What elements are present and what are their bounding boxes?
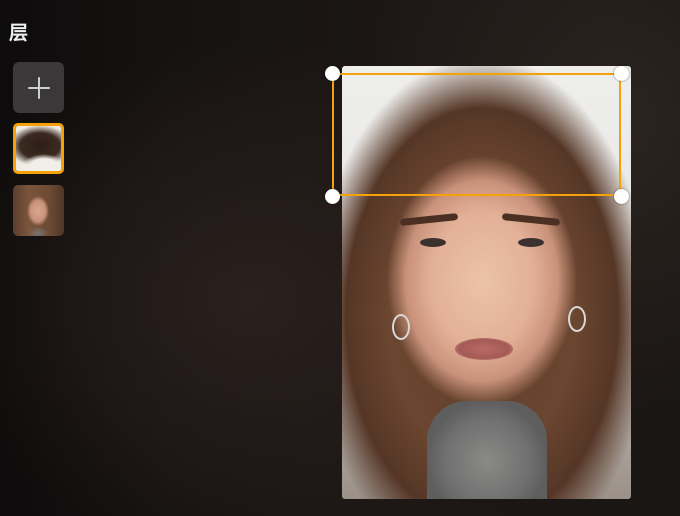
hair-thumbnail-image [16, 126, 61, 171]
photo-left-brow [399, 212, 459, 227]
resize-handle-top-left[interactable] [325, 66, 340, 81]
photo-left-eye [420, 238, 446, 247]
photo-left-earring [392, 314, 410, 340]
photo-lips [455, 338, 513, 360]
resize-handle-bottom-right[interactable] [614, 189, 629, 204]
resize-handle-top-right[interactable] [614, 66, 629, 81]
layers-panel-title: 层 [9, 22, 29, 44]
resize-handle-bottom-left[interactable] [325, 189, 340, 204]
hair-layer-selection-box[interactable] [332, 73, 621, 196]
photo-right-eye [518, 238, 544, 247]
photo-right-earring [568, 306, 586, 332]
photo-thumbnail-image [13, 185, 64, 236]
photo-right-brow [501, 212, 561, 227]
layer-thumbnail-hair[interactable] [13, 123, 64, 174]
photo-sweater [427, 401, 547, 499]
plus-icon [27, 76, 50, 99]
layer-thumbnail-photo[interactable] [13, 185, 64, 236]
add-layer-button[interactable] [13, 62, 64, 113]
